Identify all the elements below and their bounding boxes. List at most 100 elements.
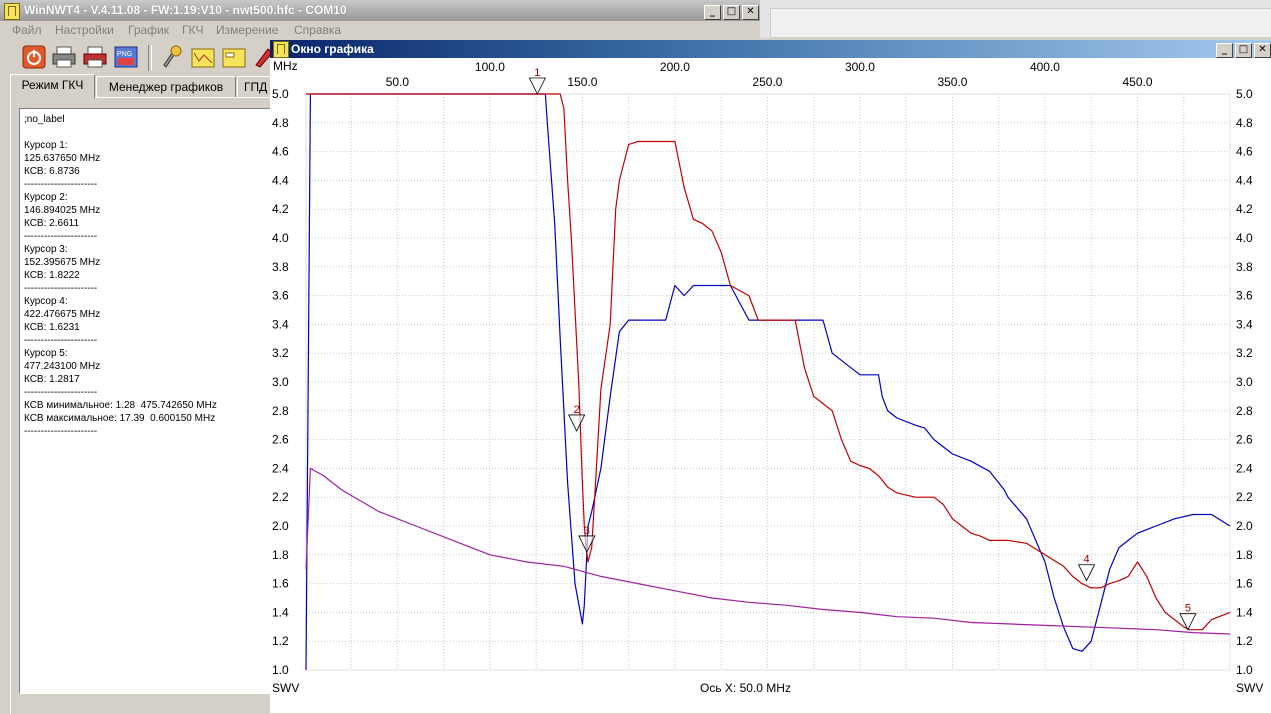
maximize-button[interactable]: □	[723, 5, 740, 20]
y-tick-label-right: 2.4	[1236, 461, 1253, 475]
swr-chart[interactable]: 5.0 5.0 4.8 4.8 4.6 4.6 4.4 4.4 4.2 4.2 4.0 4.0 3.8 3…	[270, 58, 1271, 713]
x-tick-label: 300.0	[845, 60, 875, 74]
info-line: 146.894025 MHz	[24, 205, 101, 216]
y-tick-label-left: 5.0	[272, 87, 289, 101]
y-tick-label-left: 3.8	[272, 260, 289, 274]
chart-minimize-button[interactable]: _	[1216, 43, 1233, 58]
chart-grid	[305, 93, 1231, 671]
y-tick-label-right: 3.6	[1236, 289, 1253, 303]
cursor-label: 2	[574, 404, 580, 416]
y-tick-label-left: 3.6	[272, 289, 289, 303]
info-line: ----------------------	[24, 426, 98, 437]
y-tick-label-left: 1.4	[272, 605, 289, 619]
info-line: КСВ: 1.2817	[24, 374, 80, 385]
measure-icon[interactable]	[252, 45, 270, 69]
menu-graph[interactable]: График	[128, 23, 169, 37]
chart-window-icon	[273, 41, 289, 58]
toolbar: PNG	[0, 40, 270, 75]
menu-help[interactable]: Справка	[294, 23, 341, 37]
menu-file[interactable]: Файл	[12, 23, 42, 37]
chart-close-button[interactable]: ✕	[1254, 43, 1271, 58]
settings-icon[interactable]	[160, 45, 184, 69]
info-line: 152.395675 MHz	[24, 257, 101, 268]
menu-measure[interactable]: Измерение	[216, 23, 278, 37]
info-line: КСВ: 6.8736	[24, 166, 80, 177]
info-line: ----------------------	[24, 231, 98, 242]
tab-graph-manager[interactable]: Менеджер графиков	[96, 76, 236, 98]
menu-settings[interactable]: Настройки	[55, 23, 114, 37]
y-tick-label-left: 3.0	[272, 375, 289, 389]
y-tick-label-right: 1.8	[1236, 548, 1253, 562]
info-line: 125.637650 MHz	[24, 153, 101, 164]
info-line: 477.243100 MHz	[24, 361, 101, 372]
y-tick-label-left: 4.0	[272, 231, 289, 245]
info-line: ----------------------	[24, 283, 98, 294]
info-line: КСВ: 1.8222	[24, 270, 80, 281]
chart-maximize-button[interactable]: □	[1235, 43, 1252, 58]
y-tick-label-right: 3.2	[1236, 346, 1253, 360]
y-tick-label-left: 4.2	[272, 202, 289, 216]
info-line: Курсор 3:	[24, 244, 68, 255]
cursor-marker	[568, 414, 586, 432]
y-tick-label-right: 1.0	[1236, 663, 1253, 677]
tab-sweep-mode[interactable]: Режим ГКЧ	[10, 74, 95, 99]
cursor-label: 3	[584, 525, 590, 537]
y-tick-label-left: 4.8	[272, 116, 289, 130]
y-tick-label-left: 2.0	[272, 519, 289, 533]
y-tick-label-left: 2.6	[272, 433, 289, 447]
y-tick-label-right: 4.6	[1236, 145, 1253, 159]
info-line: Курсор 2:	[24, 192, 68, 203]
power-icon[interactable]	[22, 45, 46, 69]
info-line: ----------------------	[24, 179, 98, 190]
y-tick-label-left: 2.4	[272, 461, 289, 475]
info-line: КСВ минимальное: 1.28 475.742650 MHz	[24, 400, 217, 411]
y-label-right: SWV	[1236, 681, 1263, 695]
y-tick-label-right: 5.0	[1236, 87, 1253, 101]
info-line: 422.476675 MHz	[24, 309, 101, 320]
mode-tabs: Режим ГКЧ Менеджер графиков ГПД	[10, 74, 285, 99]
cursor-label: 5	[1185, 603, 1191, 615]
cursor-label: 1	[534, 67, 540, 79]
y-tick-label-left: 1.0	[272, 663, 289, 677]
y-tick-label-left: 4.6	[272, 145, 289, 159]
menu-bar: Файл Настройки График ГКЧ Измерение Спра…	[0, 21, 760, 40]
y-tick-label-left: 1.8	[272, 548, 289, 562]
y-tick-label-left: 1.2	[272, 634, 289, 648]
x-tick-label: 100.0	[475, 60, 505, 74]
printer-icon[interactable]	[52, 45, 76, 69]
info-line: Курсор 4:	[24, 296, 68, 307]
minimize-button[interactable]: _	[704, 5, 721, 20]
menu-sweep[interactable]: ГКЧ	[182, 23, 204, 37]
chart-window: Окно графика _ □ ✕ 5.0 5.0 4.8 4.8 4.6 4.6 4.4 4.…	[270, 40, 1271, 713]
y-tick-label-right: 1.4	[1236, 605, 1253, 619]
y-tick-label-right: 2.8	[1236, 404, 1253, 418]
y-tick-label-left: 4.4	[272, 173, 289, 187]
y-tick-label-left: 3.4	[272, 317, 289, 331]
y-tick-label-right: 3.8	[1236, 260, 1253, 274]
folder-icon[interactable]	[222, 45, 246, 69]
y-tick-label-right: 2.0	[1236, 519, 1253, 533]
info-line: КСВ максимальное: 17.39 0.600150 MHz	[24, 413, 216, 424]
info-line: КСВ: 1.6231	[24, 322, 80, 333]
y-tick-label-right: 2.6	[1236, 433, 1253, 447]
cursor-marker	[1077, 564, 1096, 582]
y-tick-label-right: 1.2	[1236, 634, 1253, 648]
info-line: Курсор 1:	[24, 140, 68, 151]
save-png-icon[interactable]: PNG	[114, 45, 138, 69]
chart-window-titlebar: Окно графика _ □ ✕	[270, 40, 1271, 58]
print-pdf-icon[interactable]	[83, 45, 107, 69]
x-tick-label: 250.0	[752, 75, 782, 89]
y-tick-label-right: 3.0	[1236, 375, 1253, 389]
svg-text:PNG: PNG	[117, 51, 132, 58]
y-tick-label-right: 1.6	[1236, 577, 1253, 591]
y-tick-label-left: 2.2	[272, 490, 289, 504]
close-button[interactable]: ✕	[742, 5, 759, 20]
y-tick-label-right: 3.4	[1236, 317, 1253, 331]
x-tick-label: 50.0	[386, 75, 410, 89]
y-tick-label-left: 2.8	[272, 404, 289, 418]
desktop-background	[760, 0, 1271, 38]
y-tick-label-right: 2.2	[1236, 490, 1253, 504]
x-tick-label: 350.0	[937, 75, 967, 89]
calibrate-icon[interactable]	[191, 45, 215, 69]
x-tick-label: 400.0	[1030, 60, 1060, 74]
